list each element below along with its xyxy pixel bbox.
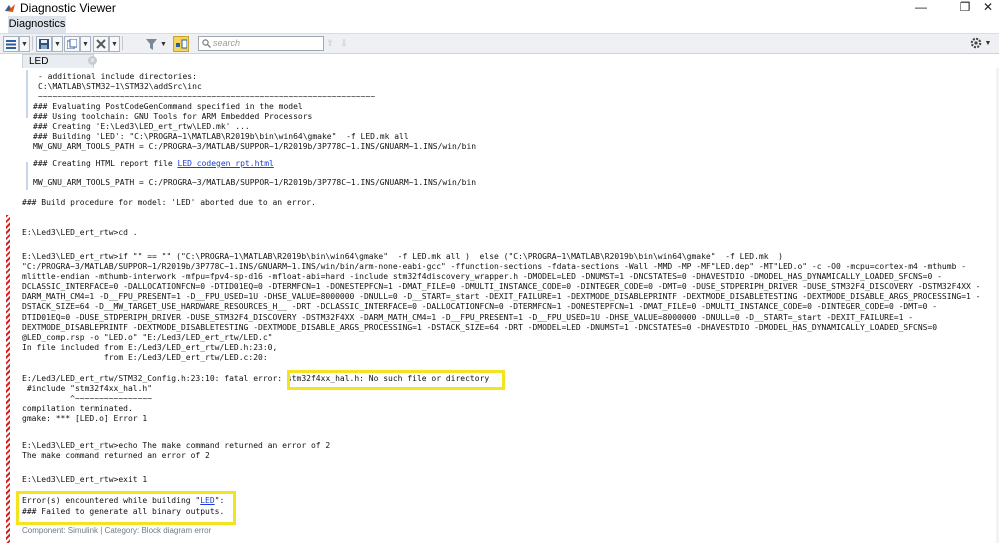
copy-dropdown[interactable]: ▼ bbox=[80, 36, 91, 52]
list-view-icon bbox=[6, 39, 16, 49]
clear-dropdown[interactable]: ▼ bbox=[109, 36, 120, 52]
toolbar: ▼ ▼ ▼ ▼ ▼ search ⇧ ⇩ ▼ bbox=[0, 34, 999, 54]
log-exit-command: E:\Led3\LED_ert_rtw>exit 1 bbox=[22, 475, 148, 484]
log-build-command: E:\Led3\LED_ert_rtw>if "" == "" ("C:\PRO… bbox=[22, 252, 981, 362]
clear-x-icon bbox=[96, 39, 106, 49]
search-icon bbox=[202, 39, 211, 48]
view-mode-dropdown[interactable]: ▼ bbox=[19, 36, 30, 52]
log-report-prefix: ### Creating HTML report file bbox=[33, 159, 178, 168]
quote-bar bbox=[26, 70, 28, 118]
gear-icon bbox=[970, 37, 982, 49]
log-build-aborted: ### Build procedure for model: 'LED' abo… bbox=[22, 198, 316, 207]
filter-icon bbox=[145, 38, 157, 50]
log-echo-error: E:\Led3\LED_ert_rtw>echo The make comman… bbox=[22, 441, 331, 461]
restore-button[interactable]: ❐ bbox=[950, 0, 980, 16]
log-after-fatal: #include "stm32f4xx_hal.h" ^~~~~~~~~~~~~… bbox=[22, 384, 153, 424]
diagnostic-footer: Component: Simulink | Category: Block di… bbox=[22, 526, 212, 535]
search-placeholder: search bbox=[213, 38, 241, 48]
toolbar-divider bbox=[32, 36, 33, 50]
save-dropdown[interactable]: ▼ bbox=[52, 36, 63, 52]
codegen-report-link[interactable]: LED codegen rpt.html bbox=[178, 159, 274, 168]
filter-dropdown[interactable]: ▼ bbox=[158, 36, 169, 52]
close-window-button[interactable]: ✕ bbox=[978, 0, 998, 16]
menu-bar: Diagnostics bbox=[0, 16, 999, 34]
settings-button[interactable] bbox=[970, 36, 982, 50]
quote-bar bbox=[26, 176, 28, 190]
tab-led[interactable]: LED bbox=[22, 54, 94, 69]
copy-button[interactable] bbox=[64, 36, 80, 52]
tab-led-label: LED bbox=[29, 56, 49, 67]
save-button[interactable] bbox=[36, 36, 52, 52]
save-icon bbox=[39, 39, 49, 49]
next-match-arrow-icon[interactable]: ⇩ bbox=[339, 38, 349, 48]
previous-match-arrow-icon[interactable]: ⇧ bbox=[325, 38, 335, 48]
highlight-button[interactable] bbox=[173, 36, 189, 52]
window-title: Diagnostic Viewer bbox=[20, 1, 116, 15]
log-include-directories: - additional include directories: C:\MAT… bbox=[38, 72, 376, 102]
filter-button[interactable] bbox=[143, 36, 159, 52]
log-tools-path: MW_GNU_ARM_TOOLS_PATH = C:/PROGRA~3/MATL… bbox=[33, 178, 477, 187]
log-fatal-prefix: E:/Led3/LED_ert_rtw/STM32_Config.h:23:10… bbox=[22, 374, 287, 383]
log-report-line: ### Creating HTML report file LED codege… bbox=[33, 159, 274, 169]
tab-bar: LED × bbox=[0, 54, 999, 69]
view-mode-button[interactable] bbox=[3, 36, 19, 52]
minimize-button[interactable]: — bbox=[906, 0, 936, 16]
settings-dropdown[interactable]: ▼ bbox=[984, 36, 992, 50]
matlab-icon bbox=[5, 4, 15, 12]
log-postcode-steps: ### Evaluating PostCodeGenCommand specif… bbox=[33, 102, 477, 152]
error-highlight-box bbox=[287, 370, 505, 390]
search-field[interactable]: search bbox=[198, 36, 324, 51]
menu-tab-diagnostics[interactable]: Diagnostics bbox=[8, 16, 66, 33]
copy-icon bbox=[67, 39, 77, 49]
clear-button[interactable] bbox=[93, 36, 109, 52]
log-cd-command: E:\Led3\LED_ert_rtw>cd . bbox=[22, 228, 138, 237]
error-stripe bbox=[6, 215, 10, 543]
title-bar: Diagnostic Viewer — ❐ ✕ bbox=[0, 0, 999, 16]
summary-highlight-box bbox=[16, 491, 236, 525]
highlight-blocks-icon bbox=[175, 39, 187, 49]
toolbar-divider bbox=[122, 36, 123, 50]
tab-close-icon[interactable]: × bbox=[88, 56, 97, 65]
